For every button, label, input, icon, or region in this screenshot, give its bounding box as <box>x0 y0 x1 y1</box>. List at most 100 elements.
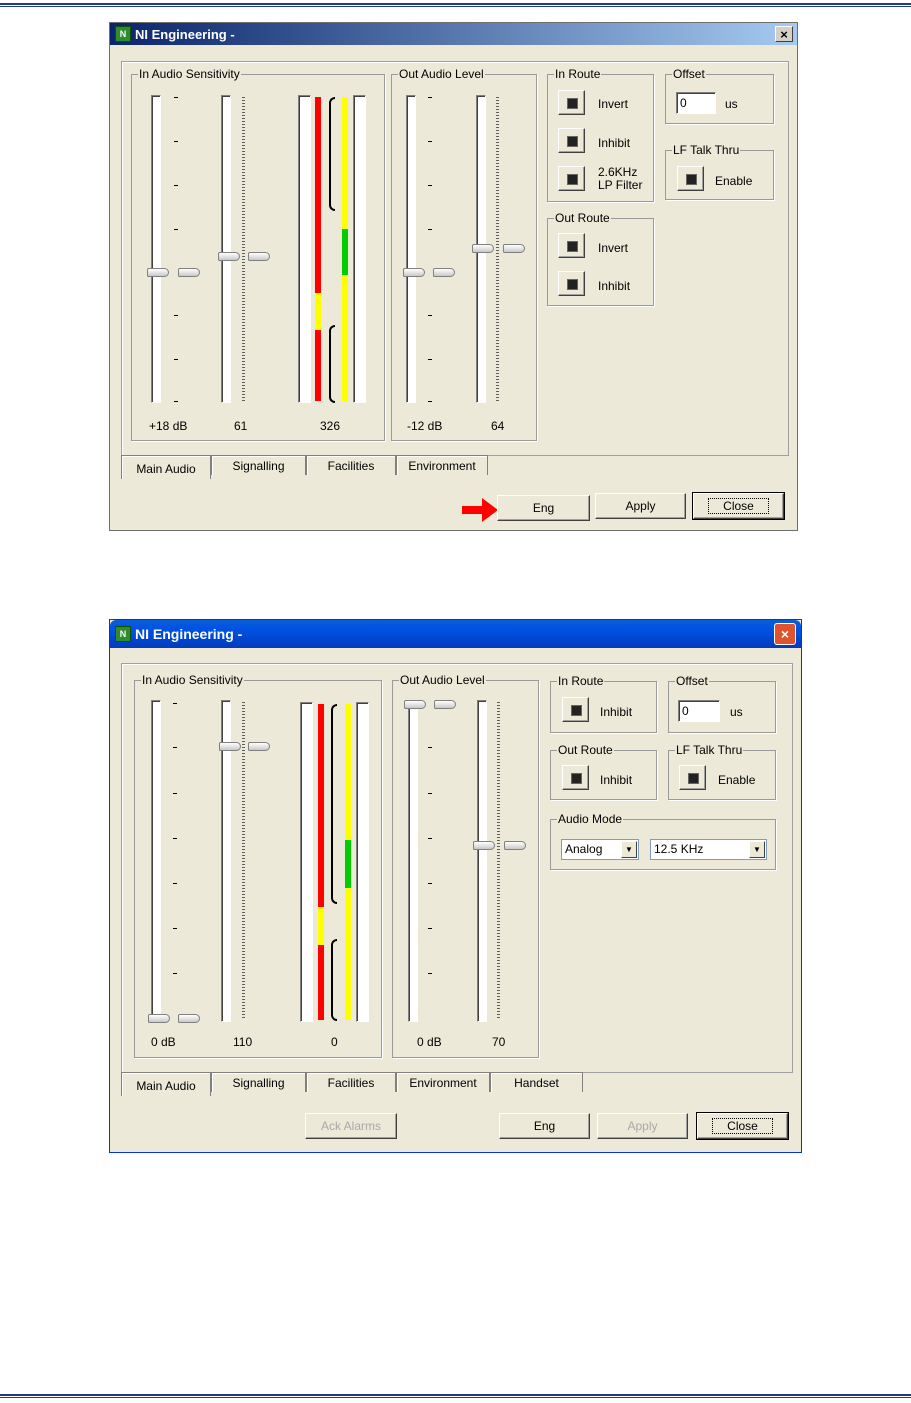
eng-button[interactable]: Eng <box>497 495 590 521</box>
out-route-invert-toggle[interactable] <box>558 233 585 258</box>
close-button[interactable]: Close <box>692 492 785 520</box>
eng-button[interactable]: Eng <box>499 1113 590 1139</box>
group-label: Audio Mode <box>557 812 624 826</box>
window-title: NI Engineering - <box>135 26 235 42</box>
tick <box>428 793 432 794</box>
tick <box>173 793 177 794</box>
tick <box>428 97 432 98</box>
in-route-invert-toggle[interactable] <box>558 90 585 115</box>
in-route-invert-label: Invert <box>598 97 629 111</box>
in-route-inhibit-label: Inhibit <box>600 705 633 719</box>
tick <box>428 185 432 186</box>
out-level-slider-track[interactable] <box>406 95 416 403</box>
tick <box>428 973 432 974</box>
in-route-lp-filter-toggle[interactable] <box>558 166 585 191</box>
in-sensitivity-slider-track[interactable] <box>151 95 161 403</box>
in-gain-slider-thumb[interactable] <box>219 742 241 751</box>
in-route-inhibit-toggle[interactable] <box>562 697 589 722</box>
chevron-down-icon[interactable]: ▼ <box>749 841 765 858</box>
tab-facilities[interactable]: Facilities <box>306 455 396 475</box>
out-route-group: Out Route Inhibit <box>550 743 657 800</box>
bracket-lower <box>331 939 337 1021</box>
lf-talk-thru-enable-label: Enable <box>718 773 756 787</box>
group-label: In Route <box>554 67 602 81</box>
in-gain-slider-pointer <box>248 252 270 261</box>
tick <box>428 838 432 839</box>
in-gain-slider-thumb[interactable] <box>218 252 240 261</box>
tick <box>428 229 432 230</box>
in-sensitivity-slider-track[interactable] <box>151 700 161 1022</box>
offset-input[interactable]: 0 <box>678 700 720 722</box>
tab-handset[interactable]: Handset <box>490 1072 583 1092</box>
close-button[interactable]: Close <box>696 1112 789 1140</box>
out-gain-slider-pointer <box>504 841 526 850</box>
tab-signalling[interactable]: Signalling <box>211 455 306 475</box>
lf-talk-thru-enable-toggle[interactable] <box>679 765 706 790</box>
tick <box>428 141 432 142</box>
chevron-down-icon[interactable]: ▼ <box>621 841 637 858</box>
out-gain-slider-track[interactable] <box>477 700 487 1022</box>
tab-environment[interactable]: Environment <box>396 455 488 475</box>
red-arrow-icon <box>462 498 498 522</box>
tab-facilities[interactable]: Facilities <box>306 1072 396 1092</box>
out-audio-level-group: Out Audio Level 0 dB 70 <box>392 673 539 1058</box>
level-meter-left <box>298 95 311 403</box>
tick <box>428 928 432 929</box>
title-bar[interactable]: N NI Engineering - × <box>110 620 801 648</box>
in-gain-value: 61 <box>234 419 248 433</box>
group-label: Out Route <box>557 743 614 757</box>
tab-main-audio[interactable]: Main Audio <box>121 1072 211 1096</box>
in-route-group: In Route Inhibit <box>550 674 657 733</box>
tick <box>174 97 178 98</box>
title-bar[interactable]: N NI Engineering - × <box>110 23 797 45</box>
close-icon[interactable]: × <box>775 26 793 42</box>
group-label: Offset <box>675 674 709 688</box>
in-sensitivity-slider-thumb[interactable] <box>148 1014 170 1023</box>
group-label: In Route <box>557 674 605 688</box>
tick <box>174 141 178 142</box>
tab-environment[interactable]: Environment <box>396 1072 490 1092</box>
tab-signalling[interactable]: Signalling <box>211 1072 306 1092</box>
audio-mode-select[interactable]: Analog ▼ <box>561 839 639 860</box>
meter-yellow-bottom <box>345 888 351 1020</box>
lf-talk-thru-group: LF Talk Thru Enable <box>665 143 774 200</box>
tick <box>428 747 432 748</box>
apply-button[interactable]: Apply <box>595 493 686 519</box>
out-level-slider-thumb[interactable] <box>404 700 426 709</box>
offset-group: Offset 0 us <box>665 67 774 124</box>
out-level-slider-pointer <box>434 700 456 709</box>
out-route-inhibit-toggle[interactable] <box>562 765 589 790</box>
tab-main-audio[interactable]: Main Audio <box>121 455 211 479</box>
out-route-inhibit-toggle[interactable] <box>558 271 585 296</box>
in-gain-slider-track[interactable] <box>221 95 231 403</box>
out-gain-slider-pointer <box>503 244 525 253</box>
out-gain-slider-thumb[interactable] <box>473 841 495 850</box>
tick <box>173 883 177 884</box>
tick <box>428 359 432 360</box>
out-gain-slider-thumb[interactable] <box>472 244 494 253</box>
apply-button[interactable]: Apply <box>597 1113 688 1139</box>
ack-alarms-button[interactable]: Ack Alarms <box>305 1113 397 1139</box>
level-meter-right <box>356 702 369 1022</box>
close-icon[interactable]: × <box>774 623 796 645</box>
group-label: Offset <box>672 67 706 81</box>
in-route-inhibit-toggle[interactable] <box>558 128 585 153</box>
out-gain-value: 70 <box>492 1035 506 1049</box>
lf-talk-thru-enable-toggle[interactable] <box>677 166 704 191</box>
offset-unit: us <box>730 705 743 719</box>
tick <box>173 973 177 974</box>
out-gain-scale <box>496 97 499 401</box>
close-button-label: Close <box>708 498 769 514</box>
offset-input[interactable]: 0 <box>676 92 716 114</box>
in-sensitivity-slider-thumb[interactable] <box>147 268 169 277</box>
tick <box>173 928 177 929</box>
bracket-lower <box>329 325 335 403</box>
out-level-slider-track[interactable] <box>408 700 418 1022</box>
top-rule <box>0 3 911 7</box>
in-sensitivity-value: +18 dB <box>149 419 188 433</box>
tick <box>174 359 178 360</box>
out-level-value: -12 dB <box>407 419 443 433</box>
bandwidth-select[interactable]: 12.5 KHz ▼ <box>650 839 767 860</box>
engineering-window-xp: N NI Engineering - × In Audio Sensitivit… <box>109 619 802 1153</box>
out-level-slider-thumb[interactable] <box>403 268 425 277</box>
